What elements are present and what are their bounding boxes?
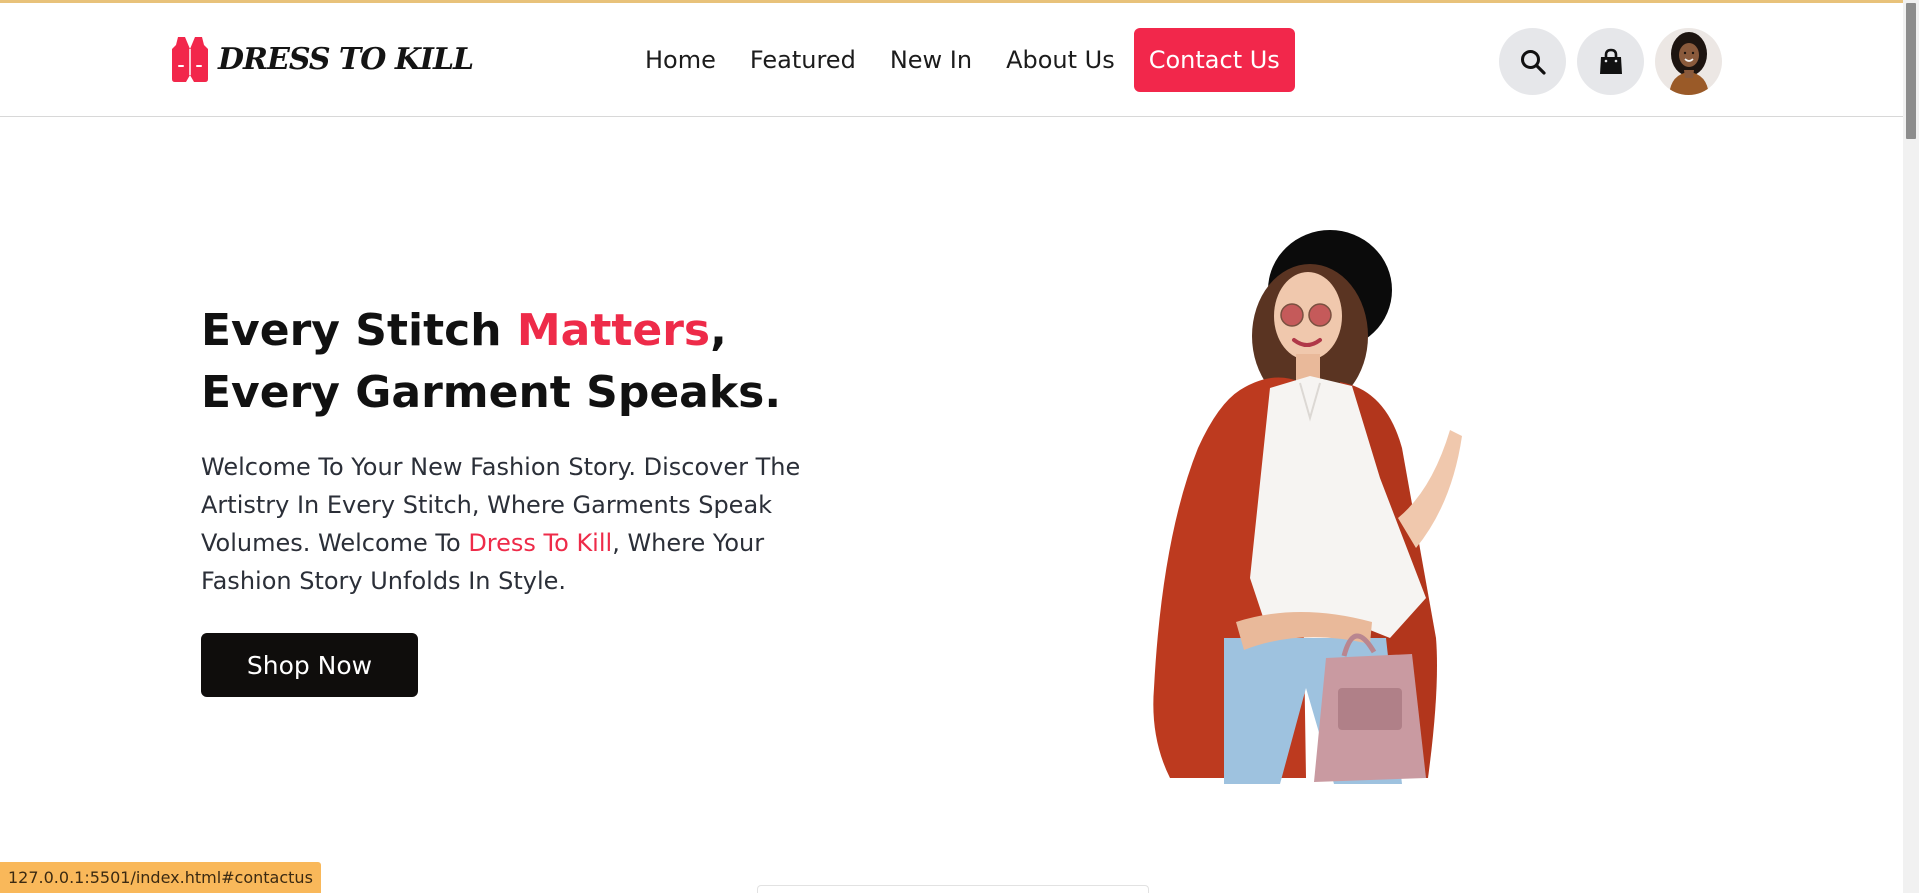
hero-title-highlight: Matters [516,305,711,356]
nav-featured[interactable]: Featured [733,46,873,74]
next-section-edge [757,885,1149,893]
nav-home[interactable]: Home [628,46,733,74]
scrollbar-thumb[interactable] [1906,3,1916,139]
header-actions [1499,28,1722,95]
cart-button[interactable] [1577,28,1644,95]
search-icon [1520,49,1546,75]
hero-title: Every Stitch Matters, Every Garment Spea… [201,300,841,424]
hero-text-highlight: Dress To Kill [468,529,613,557]
site-header: DRESS TO KILL Home Featured New In About… [0,3,1903,117]
hero-description: Welcome To Your New Fashion Story. Disco… [201,448,861,600]
brand-logo[interactable]: DRESS TO KILL [170,33,474,85]
contact-us-button[interactable]: Contact Us [1133,28,1295,92]
brand-name: DRESS TO KILL [218,41,474,77]
nav-about-us[interactable]: About Us [989,46,1132,74]
nav-new-in[interactable]: New In [873,46,989,74]
hero-model-image [1153,230,1462,784]
avatar-image [1655,28,1722,95]
search-button[interactable] [1499,28,1566,95]
vest-icon [172,37,208,82]
main-nav: Home Featured New In About Us Contact Us [628,27,1295,93]
shop-now-button[interactable]: Shop Now [201,633,418,697]
user-avatar[interactable] [1655,28,1722,95]
page: DRESS TO KILL Home Featured New In About… [0,0,1919,893]
shopping-bag-icon [1599,48,1622,74]
status-bar-url: 127.0.0.1:5501/index.html#contactus [0,862,321,893]
hero-title-part1: Every Stitch [201,305,517,356]
